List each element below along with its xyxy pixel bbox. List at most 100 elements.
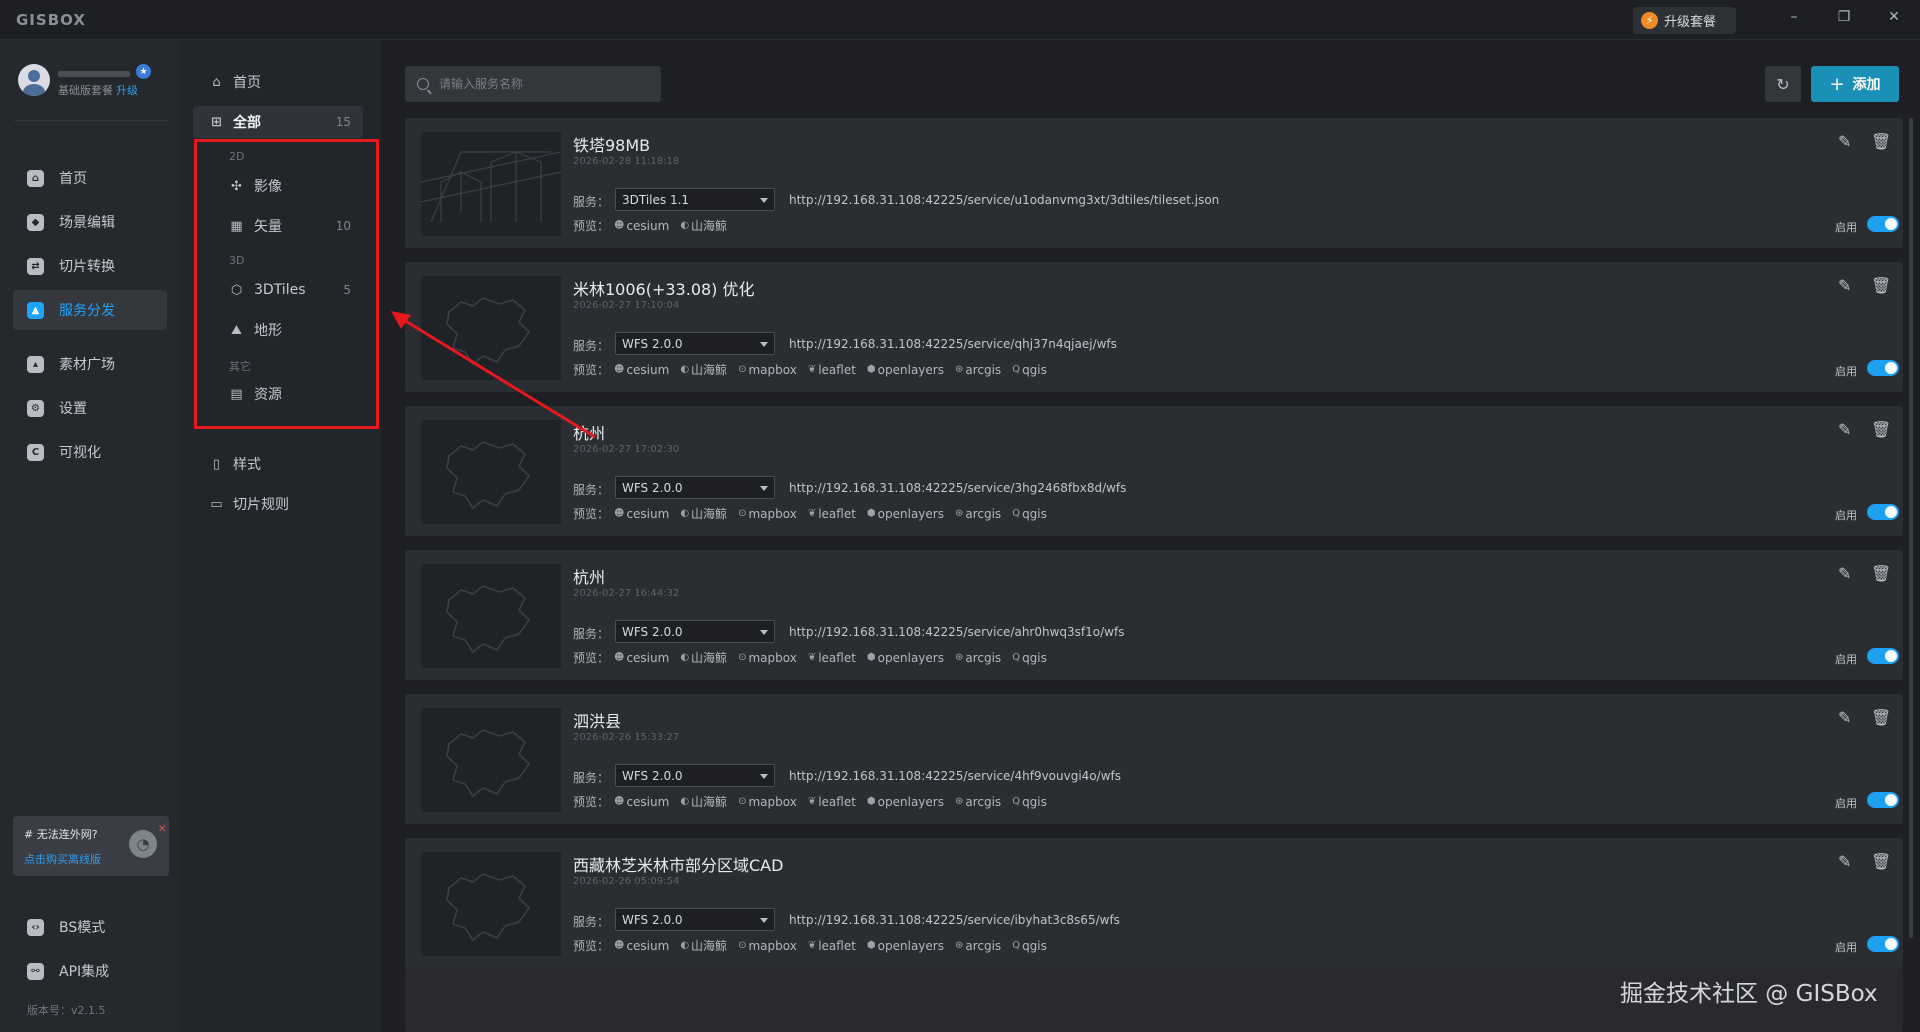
trash-icon[interactable]: 🗑 [1871, 564, 1891, 583]
service-version-select[interactable]: WFS 2.0.0 [615, 332, 775, 355]
category-style[interactable]: ▯ 样式 [193, 448, 363, 480]
search-input[interactable] [439, 77, 649, 91]
close-icon[interactable]: ✕ [158, 824, 166, 835]
preview-link-3[interactable]: ❦ leaflet [808, 361, 856, 378]
preview-link-4[interactable]: ⬢ openlayers [867, 649, 944, 666]
service-version-select[interactable]: WFS 2.0.0 [615, 764, 775, 787]
preview-link-6[interactable]: Qqgis [1012, 649, 1047, 666]
preview-link-1[interactable]: ◐ 山海鲸 [680, 505, 727, 522]
preview-link-5[interactable]: ⊛ arcgis [955, 361, 1001, 378]
preview-link-5[interactable]: ⊛ arcgis [955, 649, 1001, 666]
preview-link-1[interactable]: ◐ 山海鲸 [680, 649, 727, 666]
preview-link-5[interactable]: ⊛ arcgis [955, 505, 1001, 522]
category-terrain[interactable]: ⛰ 地形 [217, 314, 363, 346]
service-card[interactable]: 杭州 2026-02-27 16:44:32 服务： WFS 2.0.0 http://… [405, 550, 1903, 680]
preview-link-2[interactable]: ⊙ mapbox [738, 937, 797, 954]
trash-icon[interactable]: 🗑 [1871, 852, 1891, 871]
nav-item-api[interactable]: ⚯ API集成 [13, 951, 167, 991]
preview-link-4[interactable]: ⬢ openlayers [867, 505, 944, 522]
nav-item-visualization[interactable]: C 可视化 [13, 432, 167, 472]
list-scrollbar[interactable] [1909, 118, 1913, 938]
preview-link-6[interactable]: Qqgis [1012, 793, 1047, 810]
offline-card-link[interactable]: 点击购买离线版 [24, 851, 101, 867]
preview-link-0[interactable]: ☻ cesium [614, 361, 669, 378]
user-profile[interactable]: ★ 基础版套餐 升级 [18, 64, 168, 104]
category-3dtiles[interactable]: ⬡ 3DTiles 5 [217, 274, 363, 306]
service-version-select[interactable]: WFS 2.0.0 [615, 620, 775, 643]
edit-icon[interactable]: ✎ [1838, 852, 1851, 871]
preview-link-5[interactable]: ⊛ arcgis [955, 937, 1001, 954]
preview-link-1[interactable]: ◐ 山海鲸 [680, 793, 727, 810]
service-url[interactable]: http://192.168.31.108:42225/service/u1od… [789, 193, 1219, 207]
category-tile-rule[interactable]: ▭ 切片规则 [193, 488, 363, 520]
nav-item-service-publish[interactable]: ▲ 服务分发 [13, 290, 167, 330]
category-resource[interactable]: ▤ 资源 [217, 378, 363, 410]
enable-toggle[interactable] [1867, 936, 1899, 952]
edit-icon[interactable]: ✎ [1838, 564, 1851, 583]
enable-toggle[interactable] [1867, 648, 1899, 664]
preview-link-4[interactable]: ⬢ openlayers [867, 361, 944, 378]
enable-toggle[interactable] [1867, 216, 1899, 232]
minimize-icon[interactable]: – [1784, 9, 1804, 25]
service-url[interactable]: http://192.168.31.108:42225/service/4hf9… [789, 769, 1121, 783]
preview-link-0[interactable]: ☻ cesium [614, 217, 669, 234]
nav-item-home[interactable]: ⌂ 首页 [13, 158, 167, 198]
preview-link-1[interactable]: ◐ 山海鲸 [680, 937, 727, 954]
service-url[interactable]: http://192.168.31.108:42225/service/3hg2… [789, 481, 1126, 495]
service-card[interactable]: 西藏林芝米林市部分区域CAD 2026-02-26 05:09:54 服务： WFS … [405, 838, 1903, 968]
preview-link-6[interactable]: Qqgis [1012, 361, 1047, 378]
enable-toggle[interactable] [1867, 360, 1899, 376]
trash-icon[interactable]: 🗑 [1871, 708, 1891, 727]
preview-link-3[interactable]: ❦ leaflet [808, 649, 856, 666]
preview-link-2[interactable]: ⊙ mapbox [738, 793, 797, 810]
nav-item-scene-edit[interactable]: ◆ 场景编辑 [13, 202, 167, 242]
nav-item-settings[interactable]: ⚙ 设置 [13, 388, 167, 428]
preview-link-3[interactable]: ❦ leaflet [808, 505, 856, 522]
preview-link-3[interactable]: ❦ leaflet [808, 793, 856, 810]
preview-link-5[interactable]: ⊛ arcgis [955, 793, 1001, 810]
nav-item-tile-convert[interactable]: ⇄ 切片转换 [13, 246, 167, 286]
preview-link-1[interactable]: ◐ 山海鲸 [680, 217, 727, 234]
edit-icon[interactable]: ✎ [1838, 276, 1851, 295]
service-card[interactable]: 米林1006(+33.08) 优化 2026-02-27 17:10:04 服务： W… [405, 262, 1903, 392]
category-vector[interactable]: ▦ 矢量 10 [217, 210, 363, 242]
category-all[interactable]: ⊞ 全部 15 [193, 106, 363, 138]
preview-link-3[interactable]: ❦ leaflet [808, 937, 856, 954]
preview-link-1[interactable]: ◐ 山海鲸 [680, 361, 727, 378]
service-card[interactable]: 铁塔98MB 2026-02-28 11:18:18 服务： 3DTiles 1.1 h… [405, 118, 1903, 248]
offline-version-card[interactable]: # 无法连外网? 点击购买离线版 ◔ ✕ [13, 816, 169, 876]
trash-icon[interactable]: 🗑 [1871, 420, 1891, 439]
service-card[interactable]: 杭州 2026-02-27 17:02:30 服务： WFS 2.0.0 http://… [405, 406, 1903, 536]
refresh-button[interactable]: ↻ [1765, 66, 1801, 102]
preview-link-0[interactable]: ☻ cesium [614, 649, 669, 666]
service-version-select[interactable]: 3DTiles 1.1 [615, 188, 775, 211]
service-url[interactable]: http://192.168.31.108:42225/service/qhj3… [789, 337, 1117, 351]
edit-icon[interactable]: ✎ [1838, 708, 1851, 727]
trash-icon[interactable]: 🗑 [1871, 132, 1891, 151]
preview-link-6[interactable]: Qqgis [1012, 505, 1047, 522]
edit-icon[interactable]: ✎ [1838, 132, 1851, 151]
service-version-select[interactable]: WFS 2.0.0 [615, 476, 775, 499]
enable-toggle[interactable] [1867, 792, 1899, 808]
enable-toggle[interactable] [1867, 504, 1899, 520]
edit-icon[interactable]: ✎ [1838, 420, 1851, 439]
category-home[interactable]: ⌂ 首页 [193, 66, 363, 98]
preview-link-2[interactable]: ⊙ mapbox [738, 361, 797, 378]
preview-link-0[interactable]: ☻ cesium [614, 937, 669, 954]
restore-icon[interactable]: ❐ [1834, 9, 1854, 25]
preview-link-4[interactable]: ⬢ openlayers [867, 937, 944, 954]
preview-link-0[interactable]: ☻ cesium [614, 505, 669, 522]
nav-item-asset-market[interactable]: ▴ 素材广场 [13, 344, 167, 384]
service-version-select[interactable]: WFS 2.0.0 [615, 908, 775, 931]
avatar[interactable] [18, 64, 50, 96]
nav-item-bs-mode[interactable]: ‹› BS模式 [13, 907, 167, 947]
upgrade-plan-button[interactable]: ⚡ 升级套餐 [1633, 7, 1736, 34]
close-icon[interactable]: ✕ [1884, 9, 1904, 25]
upgrade-link[interactable]: 升级 [116, 84, 138, 97]
preview-link-0[interactable]: ☻ cesium [614, 793, 669, 810]
trash-icon[interactable]: 🗑 [1871, 276, 1891, 295]
service-url[interactable]: http://192.168.31.108:42225/service/ibyh… [789, 913, 1120, 927]
preview-link-2[interactable]: ⊙ mapbox [738, 649, 797, 666]
preview-link-4[interactable]: ⬢ openlayers [867, 793, 944, 810]
search-box[interactable] [405, 66, 661, 102]
